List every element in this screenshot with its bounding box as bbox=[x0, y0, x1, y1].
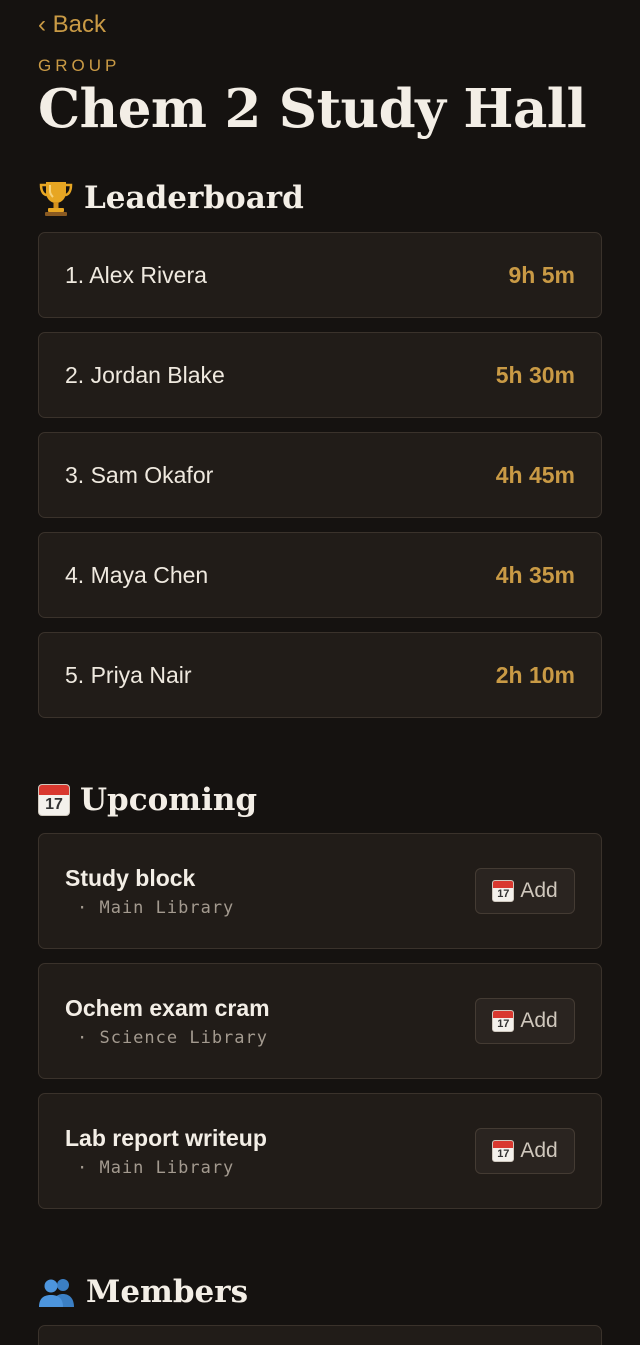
calendar-icon: 17 bbox=[492, 1140, 515, 1162]
leaderboard-member-name: 3. Sam Okafor bbox=[65, 461, 214, 488]
add-to-calendar-button[interactable]: 17 Add bbox=[475, 998, 575, 1044]
leaderboard-row: 1. Alex Rivera 9h 5m bbox=[38, 232, 602, 318]
leaderboard-member-name: 1. Alex Rivera bbox=[65, 261, 207, 288]
leaderboard-row: 3. Sam Okafor 4h 45m bbox=[38, 432, 602, 518]
member-card bbox=[38, 1325, 602, 1345]
leaderboard-study-time: 5h 30m bbox=[495, 361, 575, 388]
members-heading: Members bbox=[38, 1272, 248, 1312]
calendar-icon: 17 bbox=[38, 784, 70, 816]
event-location: · Main Library bbox=[77, 898, 235, 918]
leaderboard-heading-label: Leaderboard bbox=[84, 180, 304, 216]
leaderboard-row: 5. Priya Nair 2h 10m bbox=[38, 632, 602, 718]
event-details: Study block · Main Library bbox=[65, 864, 234, 918]
leaderboard-study-time: 4h 35m bbox=[495, 561, 575, 588]
add-button-label: Add bbox=[520, 1009, 558, 1032]
leaderboard-study-time: 2h 10m bbox=[495, 661, 575, 688]
leaderboard-member-name: 5. Priya Nair bbox=[65, 661, 192, 688]
members-heading-label: Members bbox=[86, 1274, 249, 1310]
event-location: · Science Library bbox=[77, 1028, 268, 1048]
upcoming-heading-label: Upcoming bbox=[80, 782, 258, 818]
add-button-label: Add bbox=[520, 879, 558, 902]
upcoming-heading: 17 Upcoming bbox=[38, 780, 257, 820]
leaderboard-member-name: 4. Maya Chen bbox=[65, 561, 209, 588]
leaderboard-study-time: 4h 45m bbox=[495, 461, 575, 488]
event-location: · Main Library bbox=[77, 1158, 235, 1178]
leaderboard-heading: Leaderboard bbox=[38, 178, 304, 218]
trophy-icon bbox=[39, 182, 73, 216]
page-eyebrow: GROUP bbox=[38, 56, 121, 75]
back-link[interactable]: ‹ Back bbox=[38, 11, 106, 39]
event-item: Study block · Main Library 17 Add bbox=[38, 833, 602, 949]
event-title: Ochem exam cram bbox=[65, 995, 270, 1021]
leaderboard-row: 4. Maya Chen 4h 35m bbox=[38, 532, 602, 618]
calendar-icon: 17 bbox=[492, 1010, 515, 1032]
group-page: ‹ Back GROUP Chem 2 Study Hall Leaderboa… bbox=[0, 0, 640, 1345]
page-title: Chem 2 Study Hall bbox=[38, 78, 587, 140]
event-title: Lab report writeup bbox=[65, 1125, 267, 1151]
leaderboard-list: 1. Alex Rivera 9h 5m 2. Jordan Blake 5h … bbox=[38, 232, 602, 732]
leaderboard-member-name: 2. Jordan Blake bbox=[65, 361, 225, 388]
add-to-calendar-button[interactable]: 17 Add bbox=[475, 1128, 575, 1174]
leaderboard-study-time: 9h 5m bbox=[508, 261, 575, 288]
event-details: Ochem exam cram · Science Library bbox=[65, 994, 270, 1048]
calendar-icon: 17 bbox=[492, 880, 515, 902]
event-title: Study block bbox=[65, 865, 196, 891]
leaderboard-row: 2. Jordan Blake 5h 30m bbox=[38, 332, 602, 418]
event-details: Lab report writeup · Main Library bbox=[65, 1124, 267, 1178]
add-button-label: Add bbox=[520, 1139, 558, 1162]
members-icon bbox=[39, 1279, 74, 1307]
event-item: Lab report writeup · Main Library 17 Add bbox=[38, 1093, 602, 1209]
add-to-calendar-button[interactable]: 17 Add bbox=[475, 868, 575, 914]
event-item: Ochem exam cram · Science Library 17 Add bbox=[38, 963, 602, 1079]
upcoming-event-list: Study block · Main Library 17 Add Ochem … bbox=[38, 833, 602, 1223]
